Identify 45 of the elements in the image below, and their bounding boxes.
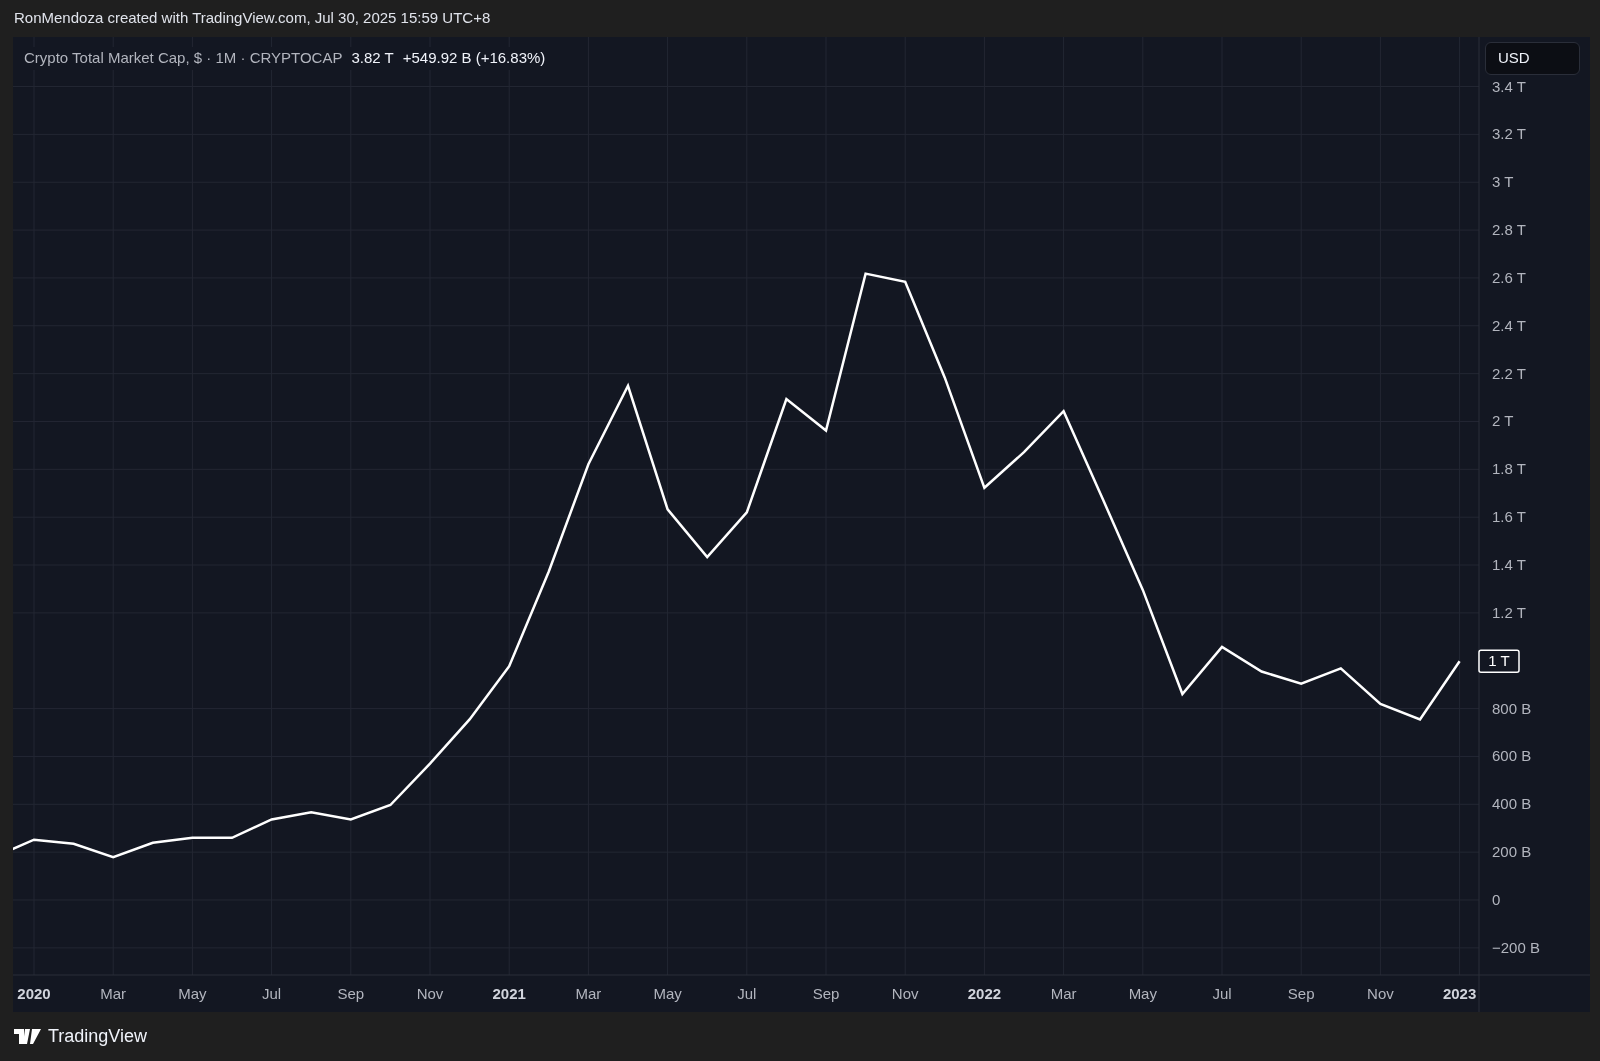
time-axis-label: Nov [891, 985, 919, 1002]
price-value: 3.82 T [351, 48, 394, 68]
time-axis-label: Jul [1212, 985, 1232, 1002]
time-axis-label: Mar [100, 985, 127, 1002]
price-axis-label: 2.4 T [1492, 316, 1526, 334]
price-axis-label: −200 B [1492, 938, 1540, 956]
time-axis-label: 2022 [967, 985, 1002, 1002]
price-axis-label: 3.4 T [1492, 77, 1526, 95]
tradingview-logo-icon [14, 1029, 42, 1044]
snapshot-caption: RonMendoza created with TradingView.com, Jul 30, 2025 15:59 UTC+8 [14, 8, 491, 29]
tradingview-logo-text: TradingView [48, 1025, 148, 1048]
price-axis-label: 1.6 T [1492, 508, 1526, 526]
price-axis-label: 200 B [1492, 843, 1532, 861]
price-axis-label: 1.4 T [1492, 556, 1526, 574]
price-axis-label: 1.8 T [1492, 460, 1526, 478]
price-axis-label: 0 [1492, 891, 1501, 908]
price-axis-label: 1.2 T [1492, 603, 1526, 621]
time-axis-label: Jul [737, 985, 757, 1002]
time-axis-label: Nov [416, 985, 444, 1002]
price-axis-label: 2.2 T [1492, 364, 1526, 382]
time-axis-label: Mar [575, 985, 602, 1002]
time-axis-label: Sep [337, 985, 365, 1002]
price-axis-label: 800 B [1492, 699, 1532, 717]
price-axis-label: 2.8 T [1492, 221, 1526, 239]
time-axis-label: Nov [1367, 985, 1394, 1002]
symbol-legend: Crypto Total Market Cap, $ · 1M · CRYPTOCAP [24, 47, 343, 70]
time-axis-label: Sep [812, 985, 840, 1002]
time-axis-label: May [1128, 985, 1157, 1002]
price-axis-label: 2 T [1492, 412, 1514, 430]
price-axis-label: 3.2 T [1492, 125, 1526, 143]
time-axis-label: 2021 [492, 985, 526, 1002]
time-axis-label: 2023 [1442, 985, 1477, 1002]
time-axis-label: Sep [1287, 985, 1315, 1002]
time-axis-label: May [653, 985, 682, 1002]
price-change: +549.92 B (+16.83%) [402, 48, 546, 68]
price-axis-label: 2.6 T [1492, 268, 1526, 286]
price-axis-label: 600 B [1492, 747, 1532, 765]
price-axis-label: 400 B [1492, 795, 1532, 813]
time-axis-label: May [178, 985, 207, 1002]
time-axis-label: 2020 [17, 985, 51, 1002]
last-value-label: 1 T [1478, 649, 1520, 673]
currency-button[interactable]: USD [1485, 42, 1580, 75]
price-axis-label: 3 T [1492, 173, 1514, 191]
time-axis-label: Mar [1050, 985, 1077, 1002]
time-axis-label: Jul [262, 985, 282, 1002]
